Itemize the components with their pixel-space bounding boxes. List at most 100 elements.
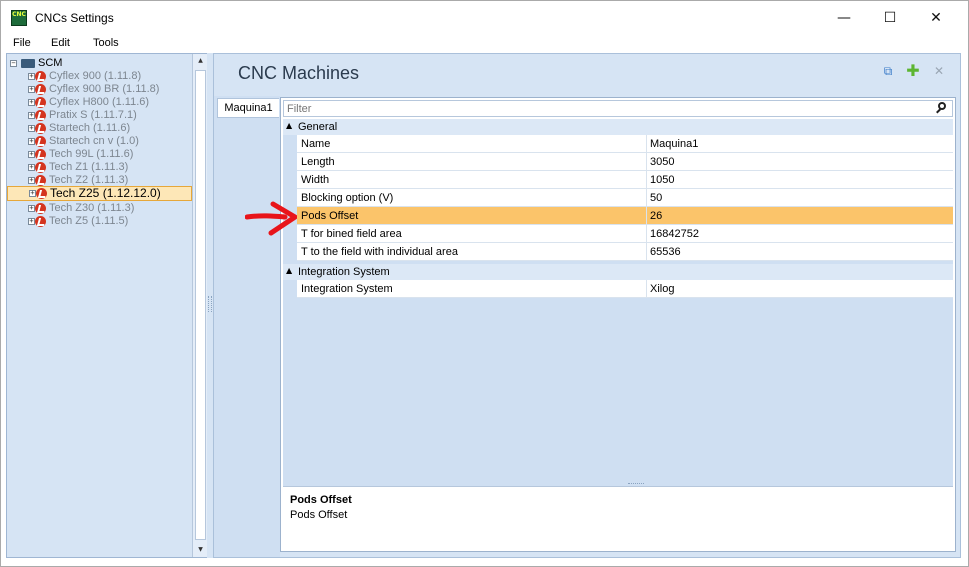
maximize-button[interactable]: ☐ — [867, 1, 913, 35]
machine-icon — [35, 84, 46, 95]
tree-item[interactable]: + Cyflex H800 (1.11.6) — [7, 96, 192, 109]
machine-icon — [35, 71, 46, 82]
expand-icon[interactable]: + — [28, 205, 35, 212]
tree-item-label: Cyflex H800 (1.11.6) — [49, 96, 150, 108]
expand-icon[interactable]: + — [28, 86, 35, 93]
menu-edit[interactable]: Edit — [51, 37, 70, 49]
tab-maquina1[interactable]: Maquina1 — [217, 98, 279, 118]
window-title: CNCs Settings — [35, 11, 114, 25]
collapse-icon[interactable]: − — [10, 60, 17, 67]
expand-icon[interactable]: + — [28, 138, 35, 145]
tree-scrollbar[interactable]: ▲ ▼ — [192, 54, 207, 557]
machine-icon — [35, 136, 46, 147]
tab-strip: Maquina1 — [214, 96, 280, 557]
property-name: Name — [301, 138, 331, 150]
tree-item-label: Cyflex 900 (1.11.8) — [49, 70, 142, 82]
search-icon[interactable] — [935, 101, 949, 116]
category-label: General — [298, 121, 338, 133]
expand-icon[interactable]: + — [28, 73, 35, 80]
machine-tree-panel: − SCM + Cyflex 900 (1.11.8) + Cyflex 900 BR… — [6, 53, 207, 558]
property-value[interactable]: 3050 — [650, 156, 674, 168]
machine-icon — [35, 97, 46, 108]
filter-input[interactable] — [287, 102, 927, 115]
expand-icon[interactable]: + — [28, 151, 35, 158]
scroll-thumb[interactable] — [195, 70, 206, 540]
expand-icon[interactable]: + — [29, 190, 36, 197]
column-divider — [646, 189, 647, 206]
property-name: Blocking option (V) — [301, 192, 394, 204]
machine-icon — [36, 188, 47, 199]
expand-icon[interactable]: + — [28, 125, 35, 132]
machine-icon — [35, 162, 46, 173]
close-icon[interactable]: ✕ — [932, 64, 946, 78]
category-integration-system[interactable]: ▲ Integration System — [283, 264, 953, 280]
close-window-button[interactable]: ✕ — [913, 1, 959, 35]
property-value[interactable]: Xilog — [650, 283, 674, 295]
tree-item[interactable]: + Startech cn v (1.0) — [7, 135, 192, 148]
property-row[interactable]: Blocking option (V) 50 — [297, 189, 953, 207]
property-name: T to the field with individual area — [301, 246, 458, 258]
tree-root-label: SCM — [38, 57, 63, 69]
menu-bar: File Edit Tools — [1, 35, 968, 53]
cnc-machines-panel: CNC Machines ⧉ ✚ ✕ Maquina1 ▲ General Na… — [213, 53, 961, 558]
expand-icon[interactable]: + — [28, 99, 35, 106]
expand-icon[interactable]: + — [28, 218, 35, 225]
property-row[interactable]: Width 1050 — [297, 171, 953, 189]
tree-item-label: Cyflex 900 BR (1.11.8) — [49, 83, 160, 95]
copy-icon[interactable]: ⧉ — [881, 64, 895, 78]
app-window: CNC CNCs Settings — ☐ ✕ File Edit Tools … — [0, 0, 969, 567]
tree-item[interactable]: + Tech 99L (1.11.6) — [7, 148, 192, 161]
expand-icon[interactable]: + — [28, 112, 35, 119]
category-general[interactable]: ▲ General — [283, 119, 953, 135]
minimize-button[interactable]: — — [821, 1, 867, 35]
property-value[interactable]: 1050 — [650, 174, 674, 186]
add-icon[interactable]: ✚ — [906, 63, 920, 79]
column-divider — [646, 135, 647, 152]
chevron-up-icon[interactable]: ▲ — [286, 121, 292, 130]
app-icon: CNC — [11, 10, 27, 26]
tree-item-label: Startech (1.11.6) — [49, 122, 131, 134]
property-value[interactable]: 65536 — [650, 246, 681, 258]
tree-item-label: Tech 99L (1.11.6) — [49, 148, 134, 160]
scroll-up-icon[interactable]: ▲ — [193, 54, 208, 68]
tree-item-label: Tech Z5 (1.11.5) — [49, 215, 129, 227]
property-value[interactable]: Maquina1 — [650, 138, 698, 150]
property-row[interactable]: Length 3050 — [297, 153, 953, 171]
description-text: Pods Offset — [290, 509, 348, 521]
scroll-down-icon[interactable]: ▼ — [193, 543, 208, 557]
chevron-up-icon[interactable]: ▲ — [286, 266, 292, 275]
property-name: T for bined field area — [301, 228, 402, 240]
property-name: Width — [301, 174, 330, 186]
tree-item[interactable]: + Tech Z5 (1.11.5) — [7, 215, 192, 228]
machine-icon — [35, 123, 46, 134]
tree-item[interactable]: + Tech Z30 (1.11.3) — [7, 202, 192, 215]
property-row[interactable]: T for bined field area 16842752 — [297, 225, 953, 243]
property-value[interactable]: 26 — [650, 210, 662, 222]
property-row[interactable]: Pods Offset 26 — [297, 207, 953, 225]
expand-icon[interactable]: + — [28, 177, 35, 184]
category-label: Integration System — [298, 266, 390, 278]
tree-item[interactable]: + Cyflex 900 (1.11.8) — [7, 70, 192, 83]
app-icon-text: CNC — [12, 11, 26, 18]
property-name: Length — [301, 156, 335, 168]
expand-icon[interactable]: + — [28, 164, 35, 171]
tree-item[interactable]: + Cyflex 900 BR (1.11.8) — [7, 83, 192, 96]
tree-item[interactable]: + Tech Z25 (1.12.12.0) — [7, 186, 192, 201]
property-row[interactable]: T to the field with individual area 65536 — [297, 243, 953, 261]
tree-item[interactable]: + Startech (1.11.6) — [7, 122, 192, 135]
column-divider — [646, 207, 647, 224]
menu-file[interactable]: File — [13, 37, 31, 49]
page-title: CNC Machines — [238, 63, 360, 83]
machine-tree: − SCM + Cyflex 900 (1.11.8) + Cyflex 900 BR… — [7, 54, 192, 557]
property-value[interactable]: 50 — [650, 192, 662, 204]
property-row[interactable]: Integration System Xilog — [297, 280, 953, 298]
property-editor: ▲ General Name Maquina1 Length 3050 Width 105… — [280, 97, 956, 552]
tree-item[interactable]: + Tech Z1 (1.11.3) — [7, 161, 192, 174]
tree-item[interactable]: + Pratix S (1.11.7.1) — [7, 109, 192, 122]
title-bar: CNC CNCs Settings — ☐ ✕ — [1, 1, 968, 35]
property-row[interactable]: Name Maquina1 — [297, 135, 953, 153]
tree-item-label: Startech cn v (1.0) — [49, 135, 139, 147]
menu-tools[interactable]: Tools — [93, 37, 119, 49]
tree-root[interactable]: − SCM — [7, 57, 192, 70]
property-value[interactable]: 16842752 — [650, 228, 699, 240]
